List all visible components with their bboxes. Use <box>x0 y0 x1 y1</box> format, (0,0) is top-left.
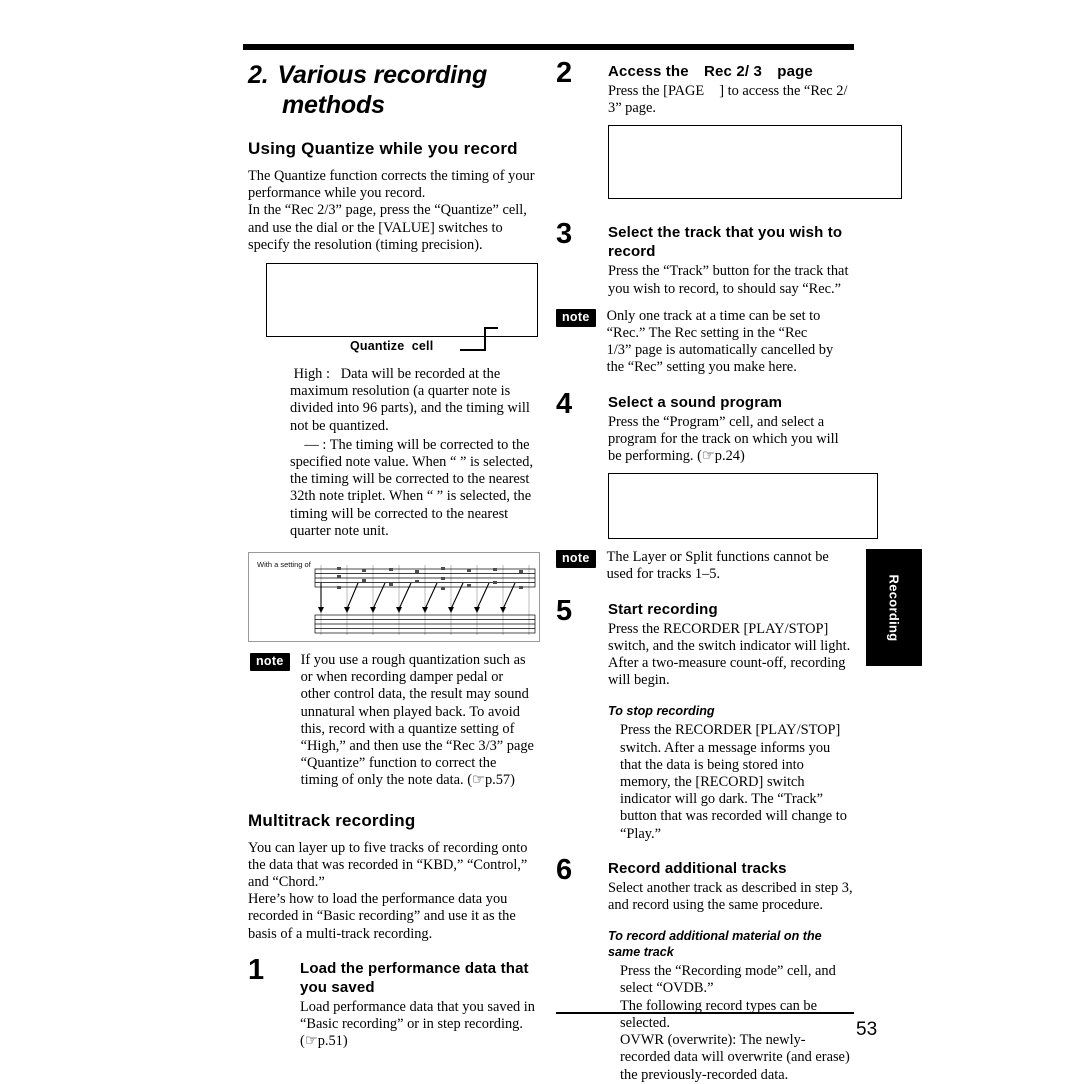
step-6-sub-body-3: OVWR (overwrite): The newly-recorded dat… <box>620 1032 850 1083</box>
chapter-title: 2. Various recording methods <box>248 60 544 120</box>
quantize-figure: With a setting of <box>248 552 540 643</box>
section-heading-quantize: Using Quantize while you record <box>248 139 518 158</box>
manual-page: 2. Various recording methods Using Quanti… <box>0 0 1080 1083</box>
chapter-title-line2: methods <box>282 91 385 119</box>
step-6-number: 6 <box>556 853 573 886</box>
step-1: 1 Load the performance data that you sav… <box>248 954 544 1051</box>
step-2-title-quoted: Rec 2/ 3 <box>704 63 762 80</box>
step-5-body: Press the RECORDER [PLAY/STOP] switch, a… <box>608 620 851 689</box>
step-3-body: Press the “Track” button for the track t… <box>608 263 849 297</box>
definition-note-value: — : The timing will be corrected to the … <box>290 437 544 540</box>
step-5-title: Start recording <box>608 600 718 618</box>
footer-rule <box>556 1012 854 1014</box>
callout-line-vertical <box>484 327 486 350</box>
step-4-number: 4 <box>556 387 573 420</box>
note-badge: note <box>250 653 290 672</box>
note-text-step-4: The Layer or Split functions cannot be u… <box>606 549 829 583</box>
note-text-quantize: If you use a rough quantization such as … <box>300 652 534 789</box>
step-1-body: Load performance data that you saved in … <box>300 998 535 1050</box>
note-quantize: note If you use a rough quantization suc… <box>248 652 544 790</box>
callout-line-top <box>484 327 498 329</box>
step-3-title: Select the track that you wish to record <box>608 224 843 261</box>
side-tab-label: Recording <box>886 574 902 641</box>
step-6: 6 Record additional tracks Select anothe… <box>556 854 854 1084</box>
step-5: 5 Start recording Press the RECORDER [PL… <box>556 595 854 843</box>
quantize-screen-image <box>266 263 538 338</box>
step-2: 2 Access the Rec 2/ 3 page Press the [PA… <box>556 57 902 200</box>
step-4: 4 Select a sound program Press the “Prog… <box>556 388 878 584</box>
quantize-paragraph-1: The Quantize function corrects the timin… <box>248 168 535 202</box>
definition-text-note-value: The timing will be corrected to the spec… <box>290 436 534 539</box>
side-tab-recording: Recording <box>866 549 922 666</box>
note-badge: note <box>556 308 596 327</box>
callout-line-horizontal <box>460 349 486 351</box>
right-column: 2 Access the Rec 2/ 3 page Press the [PA… <box>556 57 902 1084</box>
step-2-title-part2: page <box>777 63 813 80</box>
step-5-subhead: To stop recording <box>608 704 715 719</box>
note-badge: note <box>556 550 596 569</box>
quantize-paragraph-2: In the “Rec 2/3” page, press the “Quanti… <box>248 202 527 253</box>
section-heading-multitrack: Multitrack recording <box>248 810 416 830</box>
rec-2-3-screen-image <box>608 125 902 200</box>
step-6-subhead: To record additional material on the sam… <box>608 929 822 960</box>
quantize-diagram-svg <box>314 565 536 636</box>
step-2-number: 2 <box>556 57 573 89</box>
step-1-number: 1 <box>248 953 265 986</box>
note-step-4: note The Layer or Split functions cannot… <box>556 549 854 583</box>
left-column: 2. Various recording methods Using Quanti… <box>248 60 544 1051</box>
page-number: 53 <box>856 1019 878 1040</box>
step-5-number: 5 <box>556 594 573 627</box>
step-2-body: Press the [PAGE] to access the “Rec 2/ 3… <box>608 83 854 117</box>
step-1-title: Load the performance data that you saved <box>300 959 529 996</box>
step-6-body: Select another track as described in ste… <box>608 879 853 914</box>
callout-label-quantize-cell: Quantize cell <box>350 339 434 354</box>
step-6-sub-body-1: Press the “Recording mode” cell, and sel… <box>620 963 836 997</box>
step-6-title: Record additional tracks <box>608 859 787 877</box>
chapter-number: 2. <box>248 61 269 89</box>
step-4-body: Press the “Program” cell, and select a p… <box>608 413 839 465</box>
definition-term-high: High : <box>290 366 330 383</box>
quantize-cell-callout: Quantize cell <box>266 327 538 357</box>
step-5-sub-body: Press the RECORDER [PLAY/STOP] switch. A… <box>620 722 847 842</box>
step-4-title: Select a sound program <box>608 393 783 411</box>
multitrack-paragraph-2: Here’s how to load the performance data … <box>248 891 516 942</box>
step-2-title: Access the Rec 2/ 3 page <box>608 62 854 81</box>
note-text-step-3: Only one track at a time can be set to “… <box>606 307 834 376</box>
multitrack-paragraph-1: You can layer up to five tracks of recor… <box>248 839 528 891</box>
definition-term-note-value: — : <box>304 436 327 453</box>
program-screen-image <box>608 473 878 540</box>
step-2-body-part1: Press the [PAGE <box>608 83 705 99</box>
step-3: 3 Select the track that you wish to reco… <box>556 218 854 377</box>
quantize-definition-list: High : Data will be recorded at the maxi… <box>290 366 544 540</box>
definition-high: High : Data will be recorded at the maxi… <box>290 366 544 435</box>
step-6-sub-body-2: The following record types can be select… <box>620 997 817 1031</box>
note-step-3: note Only one track at a time can be set… <box>556 308 854 377</box>
step-3-number: 3 <box>556 218 573 251</box>
step-2-title-part1: Access the <box>608 63 689 80</box>
chapter-title-line1: Various recording <box>277 61 488 89</box>
header-rule <box>243 44 854 50</box>
